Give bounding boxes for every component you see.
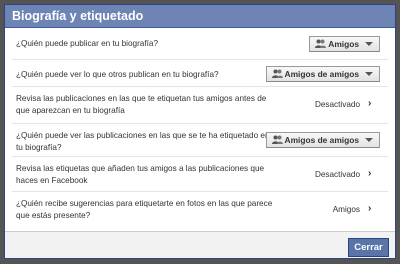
dialog-title: Biografía y etiquetado <box>5 5 395 28</box>
setting-question: ¿Quién puede publicar en tu biografía? <box>16 39 159 48</box>
setting-value: Amigos <box>332 205 360 214</box>
chevron-right-icon: › <box>368 203 372 214</box>
dropdown-label: Amigos de amigos <box>284 69 359 79</box>
setting-value: Desactivado <box>314 170 360 179</box>
setting-question: Revisa las etiquetas que añaden tus amig… <box>16 163 264 186</box>
question-line: Revisa las etiquetas que añaden tus amig… <box>16 164 265 173</box>
question-line: que aparezcan en tu biografía <box>16 105 125 115</box>
setting-row-post-timeline: ¿Quién puede publicar en tu biografía? A… <box>12 36 388 60</box>
question-line: ¿Quién puede ver las publicaciones en la… <box>16 131 270 140</box>
setting-row-review-tagged-posts[interactable]: Revisa las publicaciones en las que te e… <box>12 88 388 124</box>
chevron-right-icon: › <box>368 98 372 109</box>
setting-row-view-tagged-posts: ¿Quién puede ver las publicaciones en la… <box>12 125 388 157</box>
triangle-down-icon <box>365 42 373 46</box>
dropdown-label: Amigos <box>328 39 359 49</box>
people-icon <box>315 38 327 48</box>
close-button[interactable]: Cerrar <box>348 238 389 257</box>
question-line: haces en Facebook <box>16 175 88 185</box>
audience-dropdown-friends-of-friends[interactable]: Amigos de amigos <box>265 66 380 82</box>
dialog-overlay: Biografía y etiquetado ¿Quién puede publ… <box>0 0 400 264</box>
dropdown-label: Amigos de amigos <box>284 135 359 145</box>
setting-row-tag-suggestions[interactable]: ¿Quién recibe sugerencias para etiquetar… <box>12 193 388 225</box>
setting-question: ¿Quién puede ver las publicaciones en la… <box>16 130 270 153</box>
setting-value: Desactivado <box>314 100 360 109</box>
question-line: tu biografía? <box>16 142 62 152</box>
dialog-footer: Cerrar <box>5 231 395 258</box>
question-line: ¿Quién recibe sugerencias para etiquetar… <box>16 199 273 208</box>
setting-question: Revisa las publicaciones en las que te e… <box>16 93 266 116</box>
triangle-down-icon <box>365 138 373 142</box>
people-icon <box>271 134 283 144</box>
privacy-dialog: Biografía y etiquetado ¿Quién puede publ… <box>4 4 396 259</box>
setting-question: ¿Quién puede ver lo que otros publican e… <box>16 70 219 79</box>
triangle-down-icon <box>365 72 373 76</box>
audience-dropdown-amigos[interactable]: Amigos <box>309 36 380 52</box>
question-line: Revisa las publicaciones en las que te e… <box>16 94 267 103</box>
question-line: que estás presente? <box>16 210 91 220</box>
chevron-right-icon: › <box>368 168 372 179</box>
setting-question: ¿Quién recibe sugerencias para etiquetar… <box>16 198 272 221</box>
setting-row-review-tags[interactable]: Revisa las etiquetas que añaden tus amig… <box>12 158 388 192</box>
audience-dropdown-friends-of-friends[interactable]: Amigos de amigos <box>265 132 380 148</box>
setting-row-view-others-posts: ¿Quién puede ver lo que otros publican e… <box>12 61 388 87</box>
people-icon <box>271 68 283 78</box>
